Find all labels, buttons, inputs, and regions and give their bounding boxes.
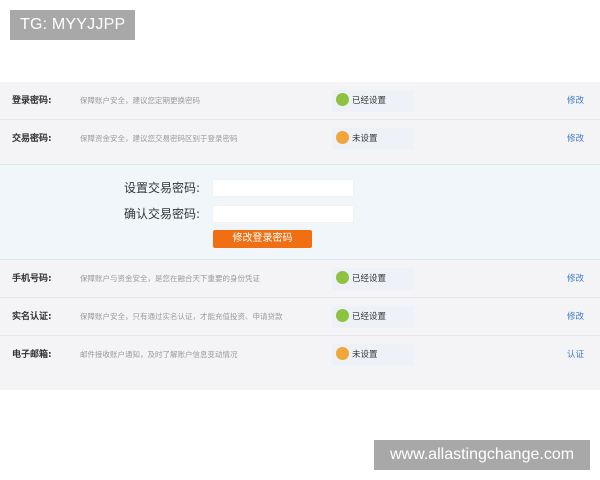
security-row-real-name: 实名认证: 保障账户安全，只有通过实名认证，才能充值投资、申请贷款 已经设置 修… xyxy=(0,298,600,336)
status-text: 已经设置 xyxy=(352,96,387,106)
row-label: 登录密码: xyxy=(12,96,52,106)
status-text: 已经设置 xyxy=(352,312,387,322)
security-row-trade-password: 交易密码: 保障资金安全，建议您交易密码区别于登录密码 未设置 修改 xyxy=(0,120,600,158)
set-trade-password-input[interactable] xyxy=(212,179,354,197)
trade-password-form: 设置交易密码: 确认交易密码: 修改登录密码 xyxy=(0,164,600,260)
row-description: 邮件接收账户通知，及时了解账户信息变动情况 xyxy=(80,350,238,359)
modify-trade-password-link[interactable]: 修改 xyxy=(567,120,584,158)
status-check-icon xyxy=(336,309,349,322)
status-check-icon xyxy=(336,271,349,284)
row-label: 手机号码: xyxy=(12,274,52,284)
security-row-login-password: 登录密码: 保障账户安全，建议您定期更换密码 已经设置 修改 xyxy=(0,82,600,120)
row-description: 保障账户安全，建议您定期更换密码 xyxy=(80,96,200,105)
status-badge: 未设置 xyxy=(332,128,414,150)
status-text: 未设置 xyxy=(352,350,378,360)
status-text: 未设置 xyxy=(352,134,378,144)
row-label: 实名认证: xyxy=(12,312,52,322)
status-badge: 已经设置 xyxy=(332,268,414,290)
watermark-top: TG: MYYJJPP xyxy=(10,10,135,40)
status-badge: 已经设置 xyxy=(332,306,414,328)
status-text: 已经设置 xyxy=(352,274,387,284)
status-badge: 未设置 xyxy=(332,344,414,366)
status-warning-icon xyxy=(336,131,349,144)
status-warning-icon xyxy=(336,347,349,360)
status-badge: 已经设置 xyxy=(332,90,414,112)
security-row-email: 电子邮箱: 邮件接收账户通知，及时了解账户信息变动情况 未设置 认证 xyxy=(0,336,600,374)
submit-trade-password-button[interactable]: 修改登录密码 xyxy=(213,230,312,248)
modify-real-name-link[interactable]: 修改 xyxy=(567,298,584,336)
set-trade-password-label: 设置交易密码: xyxy=(123,181,200,195)
row-description: 保障账户与资金安全，是您在融合天下重要的身份凭证 xyxy=(80,274,260,283)
status-check-icon xyxy=(336,93,349,106)
row-description: 保障账户安全，只有通过实名认证，才能充值投资、申请贷款 xyxy=(80,312,283,321)
security-row-phone: 手机号码: 保障账户与资金安全，是您在融合天下重要的身份凭证 已经设置 修改 xyxy=(0,260,600,298)
modify-phone-link[interactable]: 修改 xyxy=(567,260,584,298)
row-label: 电子邮箱: xyxy=(12,350,52,360)
confirm-trade-password-input[interactable] xyxy=(212,205,354,223)
verify-email-link[interactable]: 认证 xyxy=(567,336,584,374)
confirm-trade-password-label: 确认交易密码: xyxy=(123,207,200,221)
row-description: 保障资金安全，建议您交易密码区别于登录密码 xyxy=(80,134,238,143)
security-settings-panel: 登录密码: 保障账户安全，建议您定期更换密码 已经设置 修改 交易密码: 保障资… xyxy=(0,82,600,390)
watermark-bottom: www.allastingchange.com xyxy=(374,440,590,470)
modify-login-password-link[interactable]: 修改 xyxy=(567,82,584,120)
row-label: 交易密码: xyxy=(12,134,52,144)
